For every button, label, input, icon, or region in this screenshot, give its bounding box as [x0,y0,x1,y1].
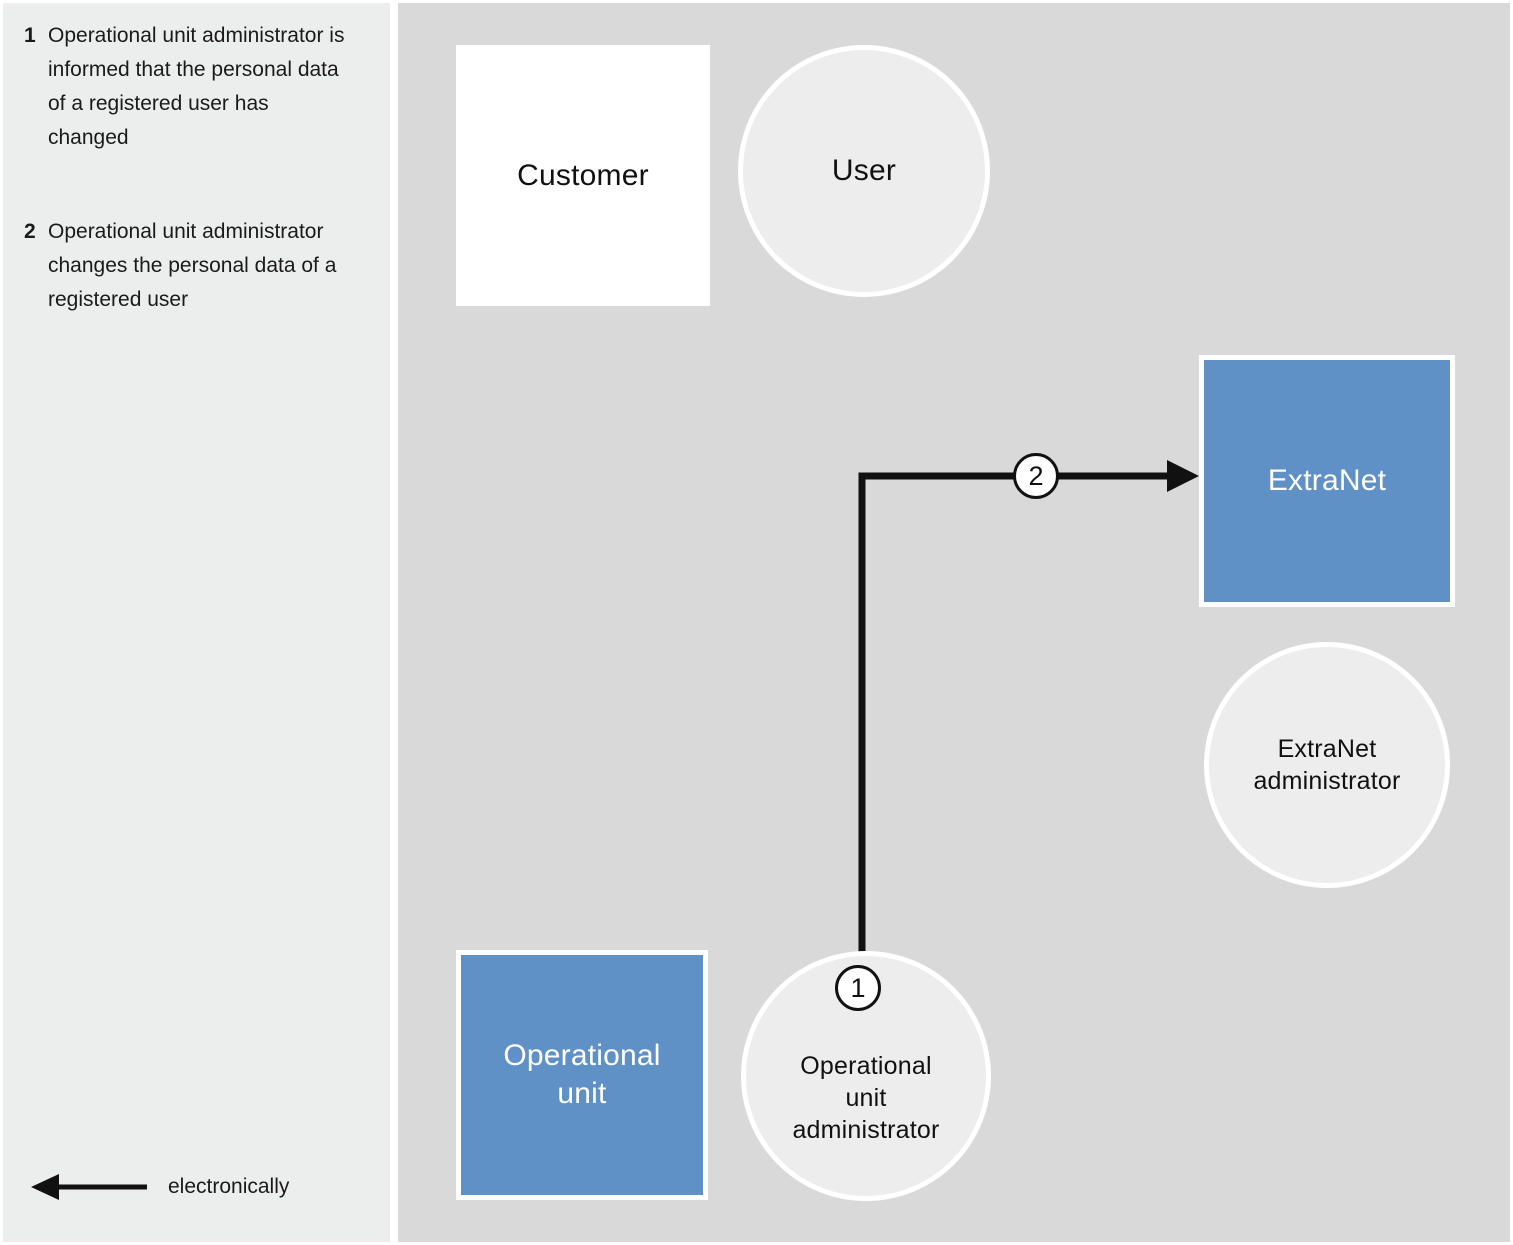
step-badge-1-number: 1 [850,972,866,1003]
node-extranet-administrator-label: ExtraNet administrator [1253,735,1401,795]
legend-label: electronically [168,1175,290,1198]
note-item: 2 Operational unit administrator changes… [24,215,354,317]
node-user-label: User [831,154,897,187]
diagram-canvas: 1 Operational unit administrator is info… [0,0,1513,1245]
note-text: Operational unit administrator is inform… [48,24,345,149]
arrowhead-extranet [1167,460,1199,492]
node-customer[interactable]: Customer [456,45,710,306]
node-extranet[interactable]: ExtraNet [1199,355,1455,607]
node-user[interactable]: User [738,45,990,297]
connector-opunit-admin-to-extranet [858,472,1191,1003]
node-operational-unit-label: Operational unit [503,1039,661,1110]
step-badge-2: 2 [1013,453,1059,499]
diagram-panel: Customer User ExtraNet ExtraNet administr… [398,3,1510,1242]
left-arrow-icon [31,1174,147,1200]
node-operational-unit[interactable]: Operational unit [456,950,708,1200]
note-number: 2 [24,220,36,243]
note-item: 1 Operational unit administrator is info… [24,19,354,155]
node-extranet-label: ExtraNet [1267,464,1387,497]
step-badge-1: 1 [835,965,881,1011]
node-extranet-administrator[interactable]: ExtraNet administrator [1204,642,1450,888]
notes-panel: 1 Operational unit administrator is info… [3,3,390,1242]
node-operational-unit-administrator-label: Operational unit administrator [792,1052,940,1144]
step-badge-2-number: 2 [1028,460,1044,491]
note-number: 1 [24,24,36,47]
note-text: Operational unit administrator changes t… [48,220,337,311]
node-customer-label: Customer [517,158,649,192]
legend: electronically [23,1166,363,1208]
